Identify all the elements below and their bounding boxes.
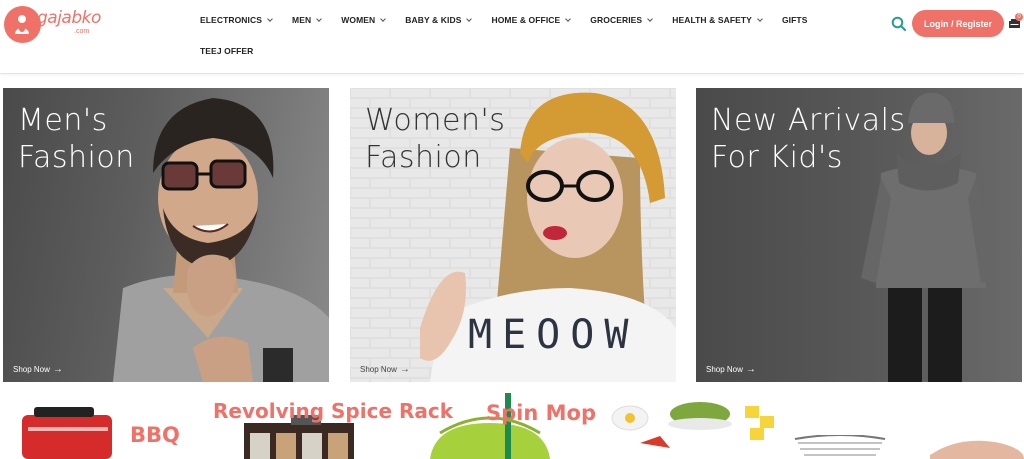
banner-womens-fashion[interactable]: MEOOW Women's Fashion Shop Now →: [350, 88, 676, 382]
nav-item-groceries[interactable]: GROCERIES: [590, 15, 654, 25]
nav-item-home-office[interactable]: HOME & OFFICE: [491, 15, 572, 25]
nav-item-electronics[interactable]: ELECTRONICS: [200, 15, 273, 25]
banner-title-line1: New Arrivals: [711, 103, 906, 138]
nav-item-men[interactable]: MEN: [292, 15, 323, 25]
chevron-down-icon: [757, 15, 763, 22]
nav-item-label: WOMEN: [341, 15, 376, 25]
arrow-right-icon: →: [52, 364, 63, 375]
shirt-print-text: MEOOW: [468, 312, 639, 358]
shop-now-link[interactable]: Shop Now →: [13, 364, 63, 375]
arrow-right-icon: →: [745, 364, 756, 375]
banner-title: Women's Fashion: [365, 102, 505, 176]
nav-item-label: BABY & KIDS: [405, 15, 462, 25]
banner-kids-new-arrivals[interactable]: New Arrivals For Kid's Shop Now →: [696, 88, 1022, 382]
nav-item-label: ELECTRONICS: [200, 15, 263, 25]
nav-item-label: MEN: [292, 15, 312, 25]
chevron-down-icon: [466, 15, 473, 22]
promo-label-spice-rack[interactable]: Revolving Spice Rack: [213, 399, 453, 423]
login-register-button[interactable]: Login / Register: [912, 10, 1004, 37]
shop-now-link[interactable]: Shop Now →: [360, 364, 410, 375]
logo-mark: [4, 6, 41, 43]
hand-product-image[interactable]: [930, 435, 1024, 459]
chevron-down-icon: [565, 15, 572, 22]
nav-item-gifts[interactable]: GIFTS: [782, 15, 808, 25]
banner-title-line2: Fashion: [365, 140, 482, 175]
nav-item-teej-offer[interactable]: TEEJ OFFER: [200, 46, 253, 56]
promo-label-bbq[interactable]: BBQ: [130, 423, 180, 447]
chevron-down-icon: [267, 15, 273, 22]
nav-item-baby-kids[interactable]: BABY & KIDS: [405, 15, 473, 25]
banner-title-line2: Fashion: [18, 140, 135, 175]
shop-now-label: Shop Now: [706, 365, 743, 374]
nav-item-women[interactable]: WOMEN: [341, 15, 387, 25]
banner-title-line1: Men's: [18, 103, 108, 138]
shop-now-label: Shop Now: [13, 365, 50, 374]
banner-mens-fashion[interactable]: Men's Fashion Shop Now →: [3, 88, 329, 382]
nav-row-primary: ELECTRONICS MEN WOMEN BABY & KIDS HOME & OFF…: [200, 0, 807, 40]
nav-item-label: HOME & OFFICE: [491, 15, 561, 25]
nav-item-label: GIFTS: [781, 15, 808, 25]
banner-title: Men's Fashion: [18, 102, 135, 176]
logo-domain: .com: [74, 28, 90, 35]
chevron-down-icon: [316, 15, 323, 22]
brand-logo[interactable]: gajabko .com: [4, 4, 101, 44]
search-icon[interactable]: [891, 16, 907, 32]
shop-now-label: Shop Now: [360, 365, 397, 374]
site-header: gajabko .com ELECTRONICS MEN WOMEN BABY & K…: [0, 0, 1024, 74]
kitchen-items-image[interactable]: [600, 398, 790, 459]
nav-item-label: GROCERIES: [590, 15, 643, 25]
bbq-grill-image[interactable]: [14, 405, 124, 459]
banner-title-line1: Women's: [365, 103, 506, 138]
product-promo-strip: BBQ Revolving Spice Rack Spin Mop: [0, 393, 1024, 459]
wire-basket-image[interactable]: [790, 435, 890, 459]
nav-item-health-safety[interactable]: HEALTH & SAFETY: [672, 15, 763, 25]
nav-row-secondary: TEEJ OFFER: [200, 44, 273, 58]
nav-item-label: TEEJ OFFER: [200, 46, 254, 56]
main-nav: ELECTRONICS MEN WOMEN BABY & KIDS HOME & OFF…: [200, 0, 807, 56]
arrow-right-icon: →: [399, 364, 410, 375]
logo-wordmark: gajabko: [37, 8, 101, 28]
chevron-down-icon: [647, 15, 654, 22]
chevron-down-icon: [380, 15, 387, 22]
banner-title-line2: For Kid's: [711, 140, 843, 175]
cart-count-badge: 0: [1015, 13, 1023, 21]
promo-label-spin-mop[interactable]: Spin Mop: [486, 401, 596, 425]
shop-now-link[interactable]: Shop Now →: [706, 364, 756, 375]
banner-title: New Arrivals For Kid's: [711, 102, 906, 176]
nav-item-label: HEALTH & SAFETY: [672, 15, 752, 25]
